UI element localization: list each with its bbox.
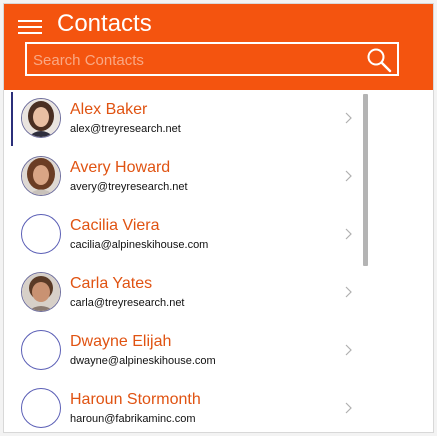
contact-name: Haroun Stormonth [70,391,201,408]
contact-row[interactable]: Cacilia Viera cacilia@alpineskihouse.com [4,206,364,264]
chevron-right-icon [345,170,352,182]
contact-row[interactable]: Avery Howard avery@treyresearch.net [4,148,364,206]
contact-row[interactable]: Dwayne Elijah dwayne@alpineskihouse.com [4,322,364,380]
list-scrollbar[interactable] [363,94,368,266]
contact-name: Avery Howard [70,159,171,176]
avatar [21,272,61,312]
contact-name: Cacilia Viera [70,217,160,234]
contact-row[interactable]: Carla Yates carla@treyresearch.net [4,264,364,322]
contact-row[interactable]: Alex Baker alex@treyresearch.net [4,90,364,148]
contact-email: avery@treyresearch.net [70,181,188,193]
contact-email: cacilia@alpineskihouse.com [70,239,209,251]
page-title: Contacts [57,10,152,37]
avatar [21,214,61,254]
app-window: Contacts Alex Baker alex@treyresearch.ne… [4,4,433,432]
header-bar: Contacts [4,4,433,90]
selection-indicator [11,92,13,146]
contact-email: alex@treyresearch.net [70,123,181,135]
hamburger-menu-icon[interactable] [18,16,42,38]
contact-email: dwayne@alpineskihouse.com [70,355,216,367]
search-icon[interactable] [365,47,393,73]
chevron-right-icon [345,112,352,124]
avatar [21,156,61,196]
chevron-right-icon [345,286,352,298]
contact-name: Dwayne Elijah [70,333,172,350]
avatar [21,330,61,370]
avatar [21,388,61,428]
chevron-right-icon [345,402,352,414]
search-box [25,42,399,76]
contact-list: Alex Baker alex@treyresearch.net Avery H… [4,90,433,432]
contact-name: Alex Baker [70,101,148,118]
chevron-right-icon [345,344,352,356]
contact-email: carla@treyresearch.net [70,297,185,309]
contact-email: haroun@fabrikaminc.com [70,413,196,425]
search-input[interactable] [31,46,355,74]
contact-row[interactable]: Haroun Stormonth haroun@fabrikaminc.com [4,380,364,432]
contact-name: Carla Yates [70,275,153,292]
chevron-right-icon [345,228,352,240]
avatar [21,98,61,138]
